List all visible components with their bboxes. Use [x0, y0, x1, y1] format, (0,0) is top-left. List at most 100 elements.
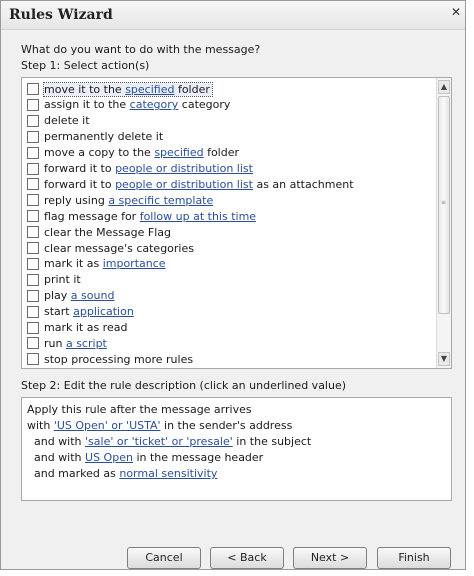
- action-item[interactable]: stop processing more rules: [24, 351, 434, 367]
- action-label: move it to the specified folder: [43, 81, 213, 97]
- action-checkbox[interactable]: [27, 146, 39, 159]
- action-checkbox[interactable]: [27, 98, 39, 111]
- actions-list[interactable]: stop processing more rules run a script ma…: [21, 77, 452, 369]
- action-label: start application: [44, 305, 136, 318]
- description-value-link[interactable]: 'sale' or 'ticket' or 'presale': [85, 435, 233, 448]
- action-text-part: move a copy to the: [44, 146, 155, 160]
- action-value-link[interactable]: application: [73, 305, 134, 318]
- action-value-link[interactable]: a specific template: [108, 194, 213, 207]
- action-item[interactable]: flag message for follow up at this time: [24, 208, 434, 224]
- description-text-part: and marked as: [27, 467, 120, 480]
- action-text-part: forward it to: [44, 177, 116, 191]
- action-item[interactable]: mark it as read: [24, 320, 434, 336]
- action-item[interactable]: forward it to people or distribution lis…: [24, 176, 434, 192]
- step1-label: Step 1: Select action(s): [21, 59, 150, 72]
- description-text-part: in the subject: [232, 435, 312, 448]
- action-checkbox[interactable]: [27, 114, 39, 127]
- cancel-button[interactable]: Cancel: [127, 547, 201, 569]
- action-checkbox[interactable]: [27, 178, 39, 191]
- action-text-part: play: [44, 289, 71, 303]
- rules-wizard-dialog: Rules Wizard ✕ What do you want to do wi…: [0, 0, 466, 570]
- action-value-link[interactable]: specified: [125, 83, 174, 96]
- description-value-link[interactable]: 'US Open' or 'USTA': [54, 419, 161, 432]
- action-item[interactable]: permanently delete it: [24, 129, 434, 145]
- action-text-part: stop processing more rules: [44, 352, 194, 366]
- action-checkbox[interactable]: [27, 305, 39, 318]
- action-value-link[interactable]: a sound: [71, 289, 115, 302]
- scroll-down-icon[interactable]: ▼: [438, 352, 450, 366]
- scroll-up-icon[interactable]: ▲: [438, 80, 450, 94]
- action-label: forward it to people or distribution lis…: [44, 162, 255, 175]
- description-text-part: in the sender's address: [160, 419, 293, 432]
- action-checkbox[interactable]: [27, 210, 39, 223]
- action-item[interactable]: start application: [24, 304, 434, 320]
- action-text-part: reply using: [44, 193, 109, 207]
- action-checkbox[interactable]: [27, 289, 39, 302]
- action-text-part: folder: [203, 146, 240, 160]
- action-item[interactable]: clear the Message Flag: [24, 224, 434, 240]
- description-text-part: in the message header: [132, 451, 264, 464]
- description-line: and marked as normal sensitivity: [27, 467, 217, 480]
- action-checkbox[interactable]: [27, 130, 39, 143]
- action-value-link[interactable]: a script: [66, 337, 107, 350]
- action-value-link[interactable]: specified: [154, 146, 203, 159]
- action-item[interactable]: play a sound: [24, 288, 434, 304]
- action-value-link[interactable]: people or distribution list: [115, 162, 253, 175]
- action-label: permanently delete it: [44, 130, 165, 143]
- action-item[interactable]: move a copy to the specified folder: [24, 145, 434, 161]
- action-value-link[interactable]: category: [130, 98, 179, 111]
- action-checkbox[interactable]: [27, 321, 39, 334]
- action-item[interactable]: print it: [24, 272, 434, 288]
- back-button[interactable]: < Back: [210, 547, 284, 569]
- action-label: forward it to people or distribution lis…: [44, 178, 356, 191]
- action-item[interactable]: assign it to the category category: [24, 97, 434, 113]
- title-bar: Rules Wizard ✕: [1, 1, 465, 30]
- action-checkbox[interactable]: [27, 353, 39, 366]
- action-checkbox[interactable]: [27, 83, 39, 95]
- action-value-link[interactable]: follow up at this time: [140, 210, 256, 223]
- action-text-part: forward it to: [44, 162, 116, 175]
- action-checkbox[interactable]: [27, 273, 39, 286]
- action-text-part: folder: [174, 82, 210, 96]
- finish-button[interactable]: Finish: [377, 547, 451, 569]
- action-text-part: permanently delete it: [44, 130, 164, 144]
- scroll-grip-icon: ≡: [441, 199, 447, 206]
- action-text-part: mark it as: [44, 257, 103, 271]
- action-item[interactable]: clear message's categories: [24, 240, 434, 256]
- description-line: and with US Open in the message header: [27, 451, 263, 464]
- action-value-link[interactable]: people or distribution list: [115, 178, 253, 191]
- action-item[interactable]: reply using a specific template: [24, 192, 434, 208]
- action-text-part: flag message for: [44, 209, 140, 223]
- action-label: clear message's categories: [44, 242, 196, 255]
- action-item[interactable]: forward it to people or distribution lis…: [24, 161, 434, 177]
- action-text-part: run: [44, 336, 66, 350]
- description-value-link[interactable]: normal sensitivity: [119, 467, 217, 480]
- action-item[interactable]: move it to the specified folder: [24, 81, 434, 97]
- action-label: move a copy to the specified folder: [44, 146, 241, 159]
- action-label: reply using a specific template: [44, 194, 215, 207]
- action-checkbox[interactable]: [27, 257, 39, 270]
- action-label: clear the Message Flag: [44, 226, 173, 239]
- action-checkbox[interactable]: [27, 337, 39, 350]
- action-checkbox[interactable]: [27, 226, 39, 239]
- scroll-thumb[interactable]: ≡: [438, 96, 450, 314]
- description-text-part: with: [27, 419, 54, 432]
- action-checkbox[interactable]: [27, 162, 39, 175]
- action-checkbox[interactable]: [27, 242, 39, 254]
- action-label: play a sound: [44, 289, 116, 302]
- prompt-text: What do you want to do with the message?: [21, 43, 261, 56]
- action-item[interactable]: run a script: [24, 335, 434, 351]
- action-checkbox[interactable]: [27, 194, 39, 207]
- action-label: print it: [44, 273, 83, 286]
- actions-scrollbar[interactable]: ▲ ≡ ▼: [436, 78, 451, 368]
- description-text-part: and with: [27, 435, 86, 448]
- action-item[interactable]: mark it as importance: [24, 256, 434, 272]
- action-label: assign it to the category category: [44, 98, 232, 111]
- description-line: and with 'sale' or 'ticket' or 'presale'…: [27, 435, 311, 448]
- description-text-part: Apply this rule after the message arrive…: [27, 403, 252, 416]
- close-icon[interactable]: ✕: [449, 5, 463, 21]
- next-button[interactable]: Next >: [293, 547, 367, 569]
- action-item[interactable]: delete it: [24, 113, 434, 129]
- description-value-link[interactable]: US Open: [85, 451, 133, 464]
- action-value-link[interactable]: importance: [103, 257, 166, 270]
